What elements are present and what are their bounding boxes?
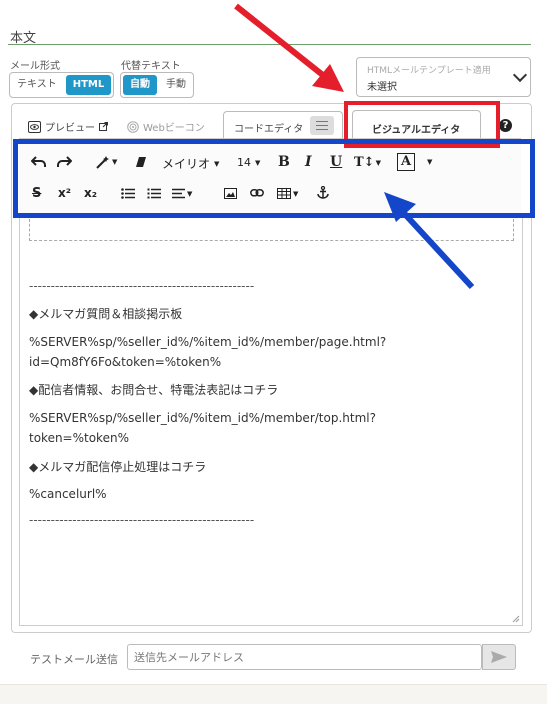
annotation-arrows: [234, 3, 475, 290]
red-arrow-icon: [234, 3, 326, 79]
blue-arrow-icon: [399, 208, 475, 290]
